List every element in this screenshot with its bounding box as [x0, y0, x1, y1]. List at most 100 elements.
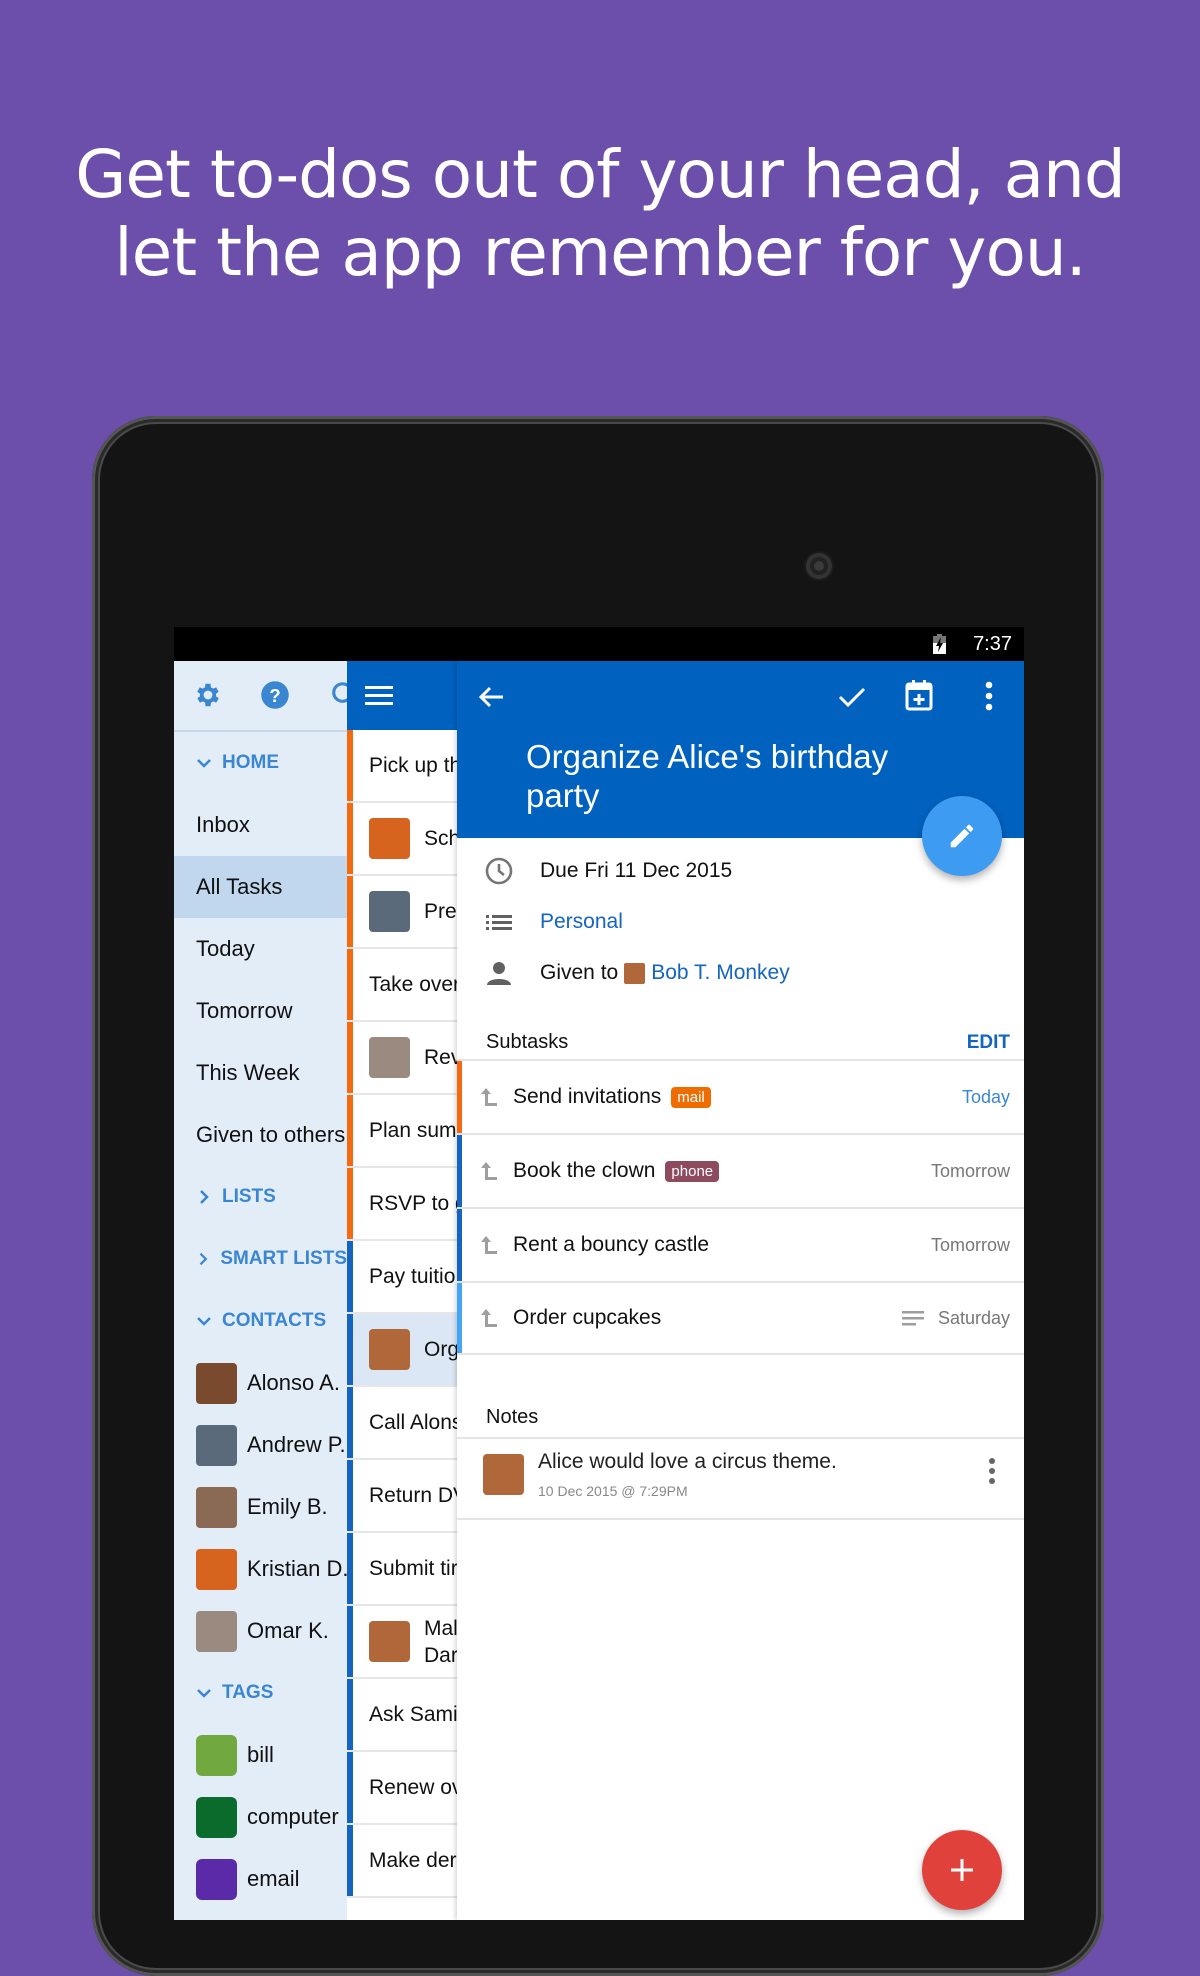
task-list-item[interactable]: Renew ov [347, 1752, 457, 1825]
task-list-item[interactable]: Pre [347, 876, 457, 949]
avatar [196, 1548, 237, 1590]
search-icon[interactable] [330, 680, 347, 710]
note-item[interactable]: Alice would love a circus theme. 10 Dec … [457, 1437, 1024, 1520]
status-bar: 7:37 [174, 627, 1024, 661]
gear-icon[interactable] [193, 680, 223, 710]
edit-task-button[interactable] [922, 796, 1002, 876]
section-smart-lists-label: SMART LISTS [220, 1248, 347, 1269]
sidebar-contact[interactable]: Omar K. [174, 1600, 347, 1662]
sidebar-tag[interactable]: email [174, 1848, 347, 1910]
subtask-row[interactable]: Rent a bouncy castle Tomorrow [457, 1207, 1024, 1281]
hamburger-menu-icon[interactable] [365, 685, 393, 707]
section-lists[interactable]: LISTS [174, 1166, 347, 1228]
assignee-name-link[interactable]: Bob T. Monkey [651, 961, 790, 985]
contact-name: Kristian D. [247, 1556, 347, 1581]
edit-subtasks-button[interactable]: EDIT [967, 1032, 1010, 1054]
section-tags[interactable]: TAGS [174, 1662, 347, 1724]
task-list-item[interactable]: Mal Dar [347, 1606, 457, 1679]
sidebar-item-label: Tomorrow [196, 998, 293, 1023]
task-list-item[interactable]: Pick up th [347, 730, 457, 803]
task-text: Call Alons [369, 1409, 457, 1436]
assignee-row[interactable]: Given to Bob T. Monkey [457, 953, 790, 993]
sidebar-contact[interactable]: Emily B. [174, 1476, 347, 1538]
task-text: RSVP to g [369, 1190, 458, 1217]
more-vert-icon[interactable] [988, 1458, 996, 1484]
task-list-item[interactable]: Org [347, 1314, 457, 1387]
task-list-item[interactable]: Sch [347, 803, 457, 876]
sidebar-tag[interactable]: bill [174, 1724, 347, 1786]
sidebar-item-today[interactable]: Today [174, 918, 347, 980]
chevron-down-icon [197, 759, 211, 768]
back-arrow-icon[interactable] [477, 685, 505, 709]
task-list-item[interactable]: Plan sum [347, 1095, 457, 1168]
sidebar-contact[interactable]: Andrew P. [174, 1414, 347, 1476]
task-title: RSVP to g [369, 1192, 458, 1215]
sidebar-item-all-tasks[interactable]: All Tasks [174, 856, 347, 918]
priority-bar [347, 1022, 353, 1093]
subtask-row[interactable]: Order cupcakes Saturday [457, 1281, 1024, 1355]
chevron-down-icon [197, 1689, 211, 1698]
note-author-avatar [483, 1454, 524, 1495]
given-to-label: Given to [540, 961, 619, 984]
subtask-arrow-icon [481, 1088, 497, 1106]
task-list-item[interactable]: Pay tuitio [347, 1241, 457, 1314]
priority-bar [347, 1387, 353, 1458]
section-contacts[interactable]: CONTACTS [174, 1290, 347, 1352]
task-text: Submit tir [369, 1555, 457, 1582]
task-title: Sch [424, 827, 458, 850]
priority-bar [457, 1283, 462, 1353]
task-list-item[interactable]: RSVP to g [347, 1168, 457, 1241]
subtask-due-label: Tomorrow [930, 1234, 1010, 1255]
tag-color-swatch [196, 1858, 237, 1900]
battery-charging-icon [933, 634, 946, 654]
task-list-item[interactable]: Submit tir [347, 1533, 457, 1606]
note-timestamp: 10 Dec 2015 @ 7:29PM [538, 1483, 688, 1499]
task-list-item[interactable]: Return DV [347, 1460, 457, 1533]
add-task-button[interactable] [922, 1830, 1002, 1910]
task-list-item[interactable]: Take over [347, 949, 457, 1022]
task-list-item[interactable]: Make der [347, 1825, 457, 1898]
task-title: Make der [369, 1849, 457, 1872]
priority-bar [457, 1135, 462, 1207]
subtask-due: Tomorrow [931, 1161, 1010, 1182]
subtask-row[interactable]: Book the clown phone Tomorrow [457, 1133, 1024, 1207]
due-date-row[interactable]: Due Fri 11 Dec 2015 [457, 851, 732, 891]
sidebar-contact[interactable]: Alonso A. [174, 1352, 347, 1414]
help-icon[interactable]: ? [260, 680, 290, 710]
calendar-add-icon[interactable] [905, 679, 933, 711]
sidebar-item-inbox[interactable]: Inbox [174, 794, 347, 856]
list-row[interactable]: Personal [457, 902, 623, 942]
task-list-item[interactable]: Ask Sami [347, 1679, 457, 1752]
avatar [196, 1610, 237, 1652]
tag-badge: phone [665, 1160, 720, 1182]
section-contacts-label: CONTACTS [222, 1310, 327, 1331]
list-name-link[interactable]: Personal [540, 910, 623, 934]
avatar [196, 1362, 237, 1404]
note-text: Alice would love a circus theme. [538, 1450, 837, 1473]
task-text: Sch [424, 825, 458, 852]
subtasks-heading: Subtasks [486, 1031, 569, 1053]
sidebar-tag[interactable]: computer [174, 1786, 347, 1848]
sidebar-item-this-week[interactable]: This Week [174, 1042, 347, 1104]
more-vert-icon[interactable] [985, 681, 993, 711]
subtask-row[interactable]: Send invitations mail Today [457, 1059, 1024, 1133]
task-list-item[interactable]: Call Alons [347, 1387, 457, 1460]
task-title[interactable]: Organize Alice's birthday party [526, 737, 926, 815]
subtask-due: Saturday [901, 1308, 1010, 1329]
priority-bar [347, 1460, 353, 1531]
promo-headline: Get to-dos out of your head, and let the… [0, 136, 1200, 292]
sidebar-toolbar: ? [174, 661, 347, 732]
subtask-due: Tomorrow [931, 1235, 1010, 1256]
check-icon[interactable] [837, 685, 867, 709]
avatar [369, 1037, 410, 1078]
section-home[interactable]: HOME [174, 732, 347, 794]
sidebar-contact[interactable]: Kristian D. [174, 1538, 347, 1600]
section-smart-lists[interactable]: SMART LISTS [174, 1228, 347, 1290]
navigation-sidebar: ? HOME Inbox All Tasks Today Tomorrow Th… [174, 661, 347, 1920]
clock-icon [485, 857, 513, 885]
task-list-item[interactable]: Rev [347, 1022, 457, 1095]
notes-heading: Notes [486, 1406, 539, 1428]
svg-text:?: ? [269, 685, 280, 706]
sidebar-item-tomorrow[interactable]: Tomorrow [174, 980, 347, 1042]
sidebar-item-given-to-others[interactable]: Given to others [174, 1104, 347, 1166]
